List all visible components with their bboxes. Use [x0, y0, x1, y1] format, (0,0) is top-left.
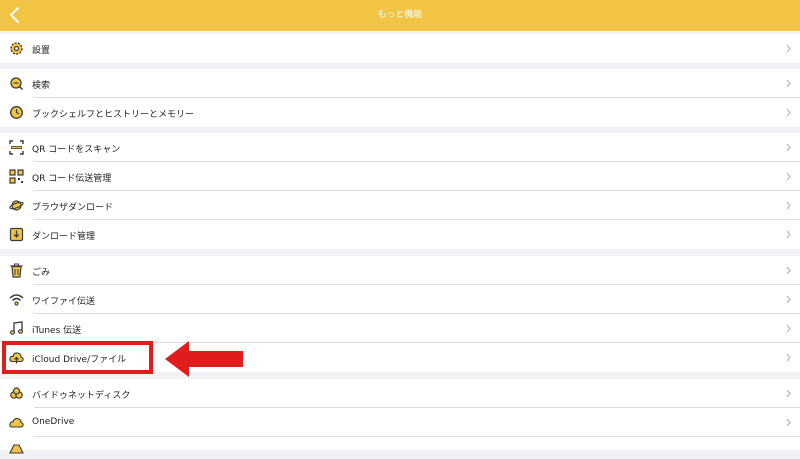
trash-icon	[10, 263, 23, 278]
menu-item-label: QR コード伝送管理	[32, 174, 112, 184]
menu-item-settings[interactable]: 設置	[0, 34, 800, 63]
menu-item-trash[interactable]: ごみ	[0, 256, 800, 285]
search-icon	[10, 77, 24, 91]
baidu-cloud-icon	[10, 387, 23, 399]
red-arrow-annotation	[165, 341, 243, 377]
chevron-right-icon	[786, 201, 791, 210]
clock-icon	[10, 106, 23, 119]
highlight-box	[2, 341, 153, 374]
menu-item-search[interactable]: 検索	[0, 69, 800, 98]
menu-item-download-manager[interactable]: ダンロード管理	[0, 220, 800, 249]
menu-item-label: iTunes 伝送	[32, 326, 82, 336]
drive-icon	[9, 444, 24, 454]
menu-item-qr-scan[interactable]: QR コードをスキャン	[0, 133, 800, 162]
wifi-icon	[9, 294, 24, 306]
navigation-bar: もっと機能	[0, 0, 800, 31]
chevron-right-icon	[786, 353, 791, 362]
menu-item-label: ダンロード管理	[32, 232, 96, 242]
menu-item-wifi-transfer[interactable]: ワイファイ伝送	[0, 285, 800, 314]
menu-item-label: ワイファイ伝送	[32, 297, 96, 307]
menu-item-label: バイドゥネットディスク	[32, 391, 131, 401]
chevron-right-icon	[786, 79, 791, 88]
chevron-right-icon	[786, 143, 791, 152]
page-title: もっと機能	[377, 10, 423, 20]
cloud-icon	[9, 417, 24, 428]
chevron-right-icon	[786, 418, 791, 427]
chevron-right-icon	[786, 324, 791, 333]
menu-item-onedrive[interactable]: OneDrive	[0, 408, 800, 437]
menu-item-partial[interactable]	[0, 437, 800, 454]
chevron-right-icon	[786, 389, 791, 398]
menu-item-baidu-netdisk[interactable]: バイドゥネットディスク	[0, 379, 800, 408]
menu-item-label: QR コードをスキャン	[32, 145, 121, 155]
menu-item-label: OneDrive	[32, 417, 75, 427]
menu-item-qr-transfer[interactable]: QR コード伝送管理	[0, 162, 800, 191]
download-box-icon	[9, 227, 24, 242]
menu-item-label: 検索	[32, 81, 51, 91]
chevron-right-icon	[786, 172, 791, 181]
menu-item-label: ブラウザダンロード	[32, 203, 114, 213]
chevron-right-icon	[786, 266, 791, 275]
menu-item-label: ブックシェルフとヒストリーとメモリー	[32, 110, 195, 120]
qr-code-icon	[9, 169, 24, 184]
chevron-right-icon	[786, 108, 791, 117]
gear-icon	[10, 42, 23, 55]
music-note-icon	[9, 321, 24, 335]
menu-item-label: 設置	[32, 46, 51, 56]
planet-icon	[9, 200, 24, 211]
chevron-right-icon	[786, 295, 791, 304]
menu-item-bookshelf-history-memory[interactable]: ブックシェルフとヒストリーとメモリー	[0, 98, 800, 127]
menu-item-label: ごみ	[32, 268, 51, 278]
menu-item-itunes-transfer[interactable]: iTunes 伝送	[0, 314, 800, 343]
menu-item-browser-download[interactable]: ブラウザダンロード	[0, 191, 800, 220]
qr-scan-icon	[9, 140, 24, 155]
chevron-right-icon	[786, 44, 791, 53]
chevron-right-icon	[786, 230, 791, 239]
